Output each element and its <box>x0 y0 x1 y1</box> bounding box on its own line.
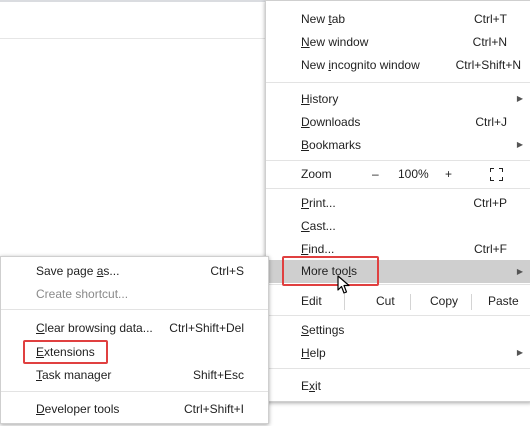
menu-separator <box>266 82 530 83</box>
menu-item-save-page-as[interactable]: Save page as... Ctrl+S <box>1 260 268 282</box>
zoom-row: Zoom – 100% + <box>266 163 530 185</box>
menu-item-label: Exit <box>301 379 322 393</box>
menu-separator <box>266 368 530 369</box>
menu-item-new-tab[interactable]: New tab Ctrl+T <box>266 8 530 30</box>
shortcut-label: Shift+Esc <box>192 368 244 382</box>
menu-item-label: Downloads <box>301 115 361 129</box>
menu-item-task-manager[interactable]: Task manager Shift+Esc <box>1 364 268 386</box>
menu-item-label: Create shortcut... <box>36 287 129 301</box>
menu-item-label: New tab <box>301 12 346 26</box>
menu-item-bookmarks[interactable]: Bookmarks ▶ <box>266 134 530 156</box>
menu-item-new-incognito-window[interactable]: New incognito window Ctrl+Shift+N <box>266 54 530 76</box>
shortcut-label: Ctrl+N <box>472 35 507 49</box>
menu-separator <box>266 160 530 161</box>
zoom-out-button[interactable]: – <box>372 163 379 185</box>
menu-separator <box>266 315 530 316</box>
menu-item-settings[interactable]: Settings <box>266 319 530 341</box>
menu-item-label: Bookmarks <box>301 138 362 152</box>
menu-item-clear-browsing-data[interactable]: Clear browsing data... Ctrl+Shift+Del <box>1 317 268 339</box>
menu-item-label: Save page as... <box>36 264 120 278</box>
submenu-arrow-icon: ▶ <box>516 267 523 276</box>
mouse-cursor-icon <box>337 275 350 294</box>
menu-item-developer-tools[interactable]: Developer tools Ctrl+Shift+I <box>1 398 268 420</box>
zoom-label: Zoom <box>301 167 332 181</box>
edit-row: Edit Cut Copy Paste <box>266 290 530 312</box>
more-tools-highlight-box <box>282 256 379 286</box>
menu-separator <box>266 188 530 189</box>
menu-item-label: New incognito window <box>301 58 420 72</box>
menu-item-label: Print... <box>301 196 336 210</box>
menu-item-label: New window <box>301 35 369 49</box>
shortcut-label: Ctrl+Shift+I <box>183 402 244 416</box>
menu-item-help[interactable]: Help ▶ <box>266 342 530 364</box>
menu-item-downloads[interactable]: Downloads Ctrl+J <box>266 111 530 133</box>
menu-item-history[interactable]: History ▶ <box>266 88 530 110</box>
menu-item-exit[interactable]: Exit <box>266 375 530 397</box>
zoom-percent: 100% <box>398 167 429 181</box>
zoom-in-button[interactable]: + <box>445 163 452 185</box>
edit-label: Edit <box>301 294 322 308</box>
chrome-main-menu: New tab Ctrl+T New window Ctrl+N New inc… <box>265 0 530 402</box>
shortcut-label: Ctrl+Shift+Del <box>169 321 244 335</box>
menu-item-label: Cast... <box>301 219 336 233</box>
fullscreen-icon[interactable] <box>490 168 503 181</box>
shortcut-label: Ctrl+S <box>210 264 244 278</box>
menu-item-label: Clear browsing data... <box>36 321 153 335</box>
shortcut-label: Ctrl+J <box>475 115 507 129</box>
shortcut-label: Ctrl+T <box>474 12 507 26</box>
menu-separator <box>1 391 268 392</box>
menu-item-label: Developer tools <box>36 402 120 416</box>
shortcut-label: Ctrl+F <box>474 242 507 256</box>
menu-item-create-shortcut[interactable]: Create shortcut... <box>1 283 268 305</box>
submenu-arrow-icon: ▶ <box>516 140 523 149</box>
menu-item-label: Task manager <box>36 368 112 382</box>
menu-item-print[interactable]: Print... Ctrl+P <box>266 192 530 214</box>
menu-separator <box>1 309 268 310</box>
divider <box>344 294 345 310</box>
submenu-arrow-icon: ▶ <box>516 348 523 357</box>
shortcut-label: Ctrl+Shift+N <box>455 58 521 72</box>
menu-item-cast[interactable]: Cast... <box>266 215 530 237</box>
shortcut-label: Ctrl+P <box>473 196 507 210</box>
menu-item-new-window[interactable]: New window Ctrl+N <box>266 31 530 53</box>
page-divider <box>0 38 265 39</box>
divider <box>410 294 411 310</box>
menu-item-label: Help <box>301 346 326 360</box>
menu-item-label: History <box>301 92 339 106</box>
extensions-highlight-box <box>23 340 108 364</box>
menu-item-label: Settings <box>301 323 345 337</box>
cut-button[interactable]: Cut <box>376 290 395 312</box>
paste-button[interactable]: Paste <box>488 290 519 312</box>
divider <box>471 294 472 310</box>
copy-button[interactable]: Copy <box>430 290 458 312</box>
submenu-arrow-icon: ▶ <box>516 94 523 103</box>
